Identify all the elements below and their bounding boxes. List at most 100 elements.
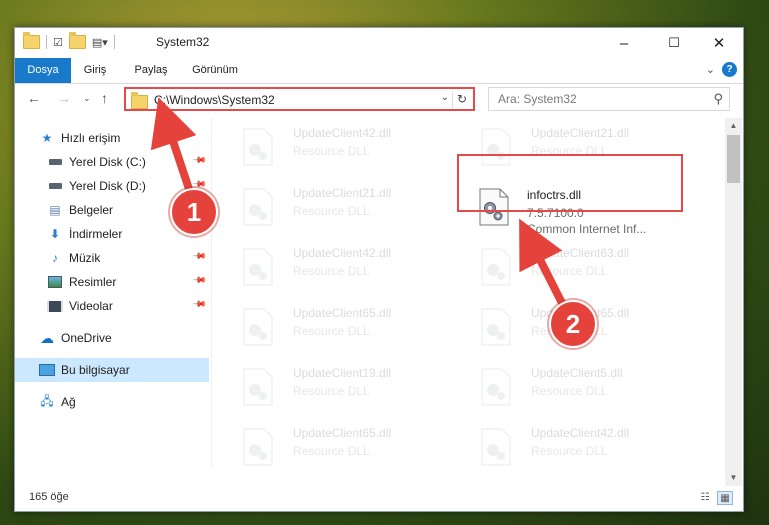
file-name: UpdateClient42.dll: [531, 426, 630, 440]
pin-icon: 📌: [192, 272, 208, 288]
file-tile[interactable]: UpdateClient21.dll Resource DLL: [231, 182, 461, 236]
file-tile[interactable]: UpdateClient19.dll Resource DLL: [231, 362, 461, 416]
file-name: UpdateClient5.dll: [531, 366, 623, 380]
sidebar-item-label: Ağ: [61, 395, 76, 409]
dll-file-icon: [243, 368, 273, 406]
sidebar-item-label: Yerel Disk (D:): [69, 179, 146, 193]
sidebar-item-label: Yerel Disk (C:): [69, 155, 146, 169]
window-title: System32: [156, 35, 210, 49]
explorer-window: ☑ ▤▾ System32 – ☐ ✕ Dosya Giriş Paylaş G…: [14, 27, 744, 512]
folder-icon: [131, 92, 148, 109]
sidebar-item-network[interactable]: 🖧 Ağ: [15, 390, 209, 414]
minimize-button[interactable]: –: [601, 28, 647, 58]
scrollbar-thumb[interactable]: [727, 135, 740, 183]
refresh-icon[interactable]: ↻: [452, 91, 471, 108]
file-name: UpdateClient21.dll: [531, 126, 630, 140]
navigation-pane: ★ Hızlı erişim Yerel Disk (C:) 📌 Yerel D…: [15, 118, 209, 466]
file-tile[interactable]: UpdateClient42.dll Resource DLL: [469, 422, 699, 476]
large-icons-view-icon[interactable]: ▦: [717, 491, 733, 505]
dll-file-icon: [481, 428, 511, 466]
drive-icon: [47, 155, 63, 169]
dll-file-icon: [481, 248, 511, 286]
sidebar-item-onedrive[interactable]: ☁ OneDrive: [15, 326, 209, 350]
pane-divider[interactable]: [211, 118, 212, 468]
document-icon: ▤: [49, 203, 61, 217]
file-tile[interactable]: UpdateClient65.dll Resource DLL: [231, 302, 461, 356]
sidebar-item-label: Bu bilgisayar: [61, 363, 130, 377]
sidebar-item-videos[interactable]: Videolar 📌: [15, 294, 209, 318]
forward-button[interactable]: →: [57, 90, 71, 106]
properties-icon[interactable]: ☑: [53, 36, 63, 49]
sidebar-item-label: Videolar: [69, 299, 113, 313]
file-type: Resource DLL: [531, 264, 608, 278]
help-icon[interactable]: ?: [722, 62, 737, 77]
file-type: Resource DLL: [531, 384, 608, 398]
recent-locations-icon[interactable]: ⌄: [83, 93, 91, 104]
search-input[interactable]: Ara: System32 ⚲: [488, 87, 730, 111]
file-type: Resource DLL: [293, 324, 370, 338]
address-bar[interactable]: C:\Windows\System32 ⌄ ↻: [124, 87, 475, 111]
address-path[interactable]: C:\Windows\System32: [154, 93, 275, 107]
up-button[interactable]: ↑: [101, 90, 108, 106]
dll-file-icon: [243, 308, 273, 346]
divider: [113, 35, 115, 49]
scroll-down-icon[interactable]: ▼: [725, 470, 742, 486]
dll-file-icon: [243, 248, 273, 286]
sidebar-item-quick-access[interactable]: ★ Hızlı erişim: [15, 126, 209, 150]
vertical-scrollbar[interactable]: ▲ ▼: [725, 118, 742, 486]
dll-file-icon: [243, 128, 273, 166]
dll-file-icon: [243, 428, 273, 466]
tab-share[interactable]: Paylaş: [131, 58, 171, 83]
file-type: Resource DLL: [531, 444, 608, 458]
sidebar-item-music[interactable]: ♪ Müzik 📌: [15, 246, 209, 270]
sidebar-item-pictures[interactable]: Resimler 📌: [15, 270, 209, 294]
tab-file[interactable]: Dosya: [15, 58, 71, 83]
chevron-down-icon[interactable]: ⌄: [441, 92, 449, 103]
ribbon-tabs: Dosya Giriş Paylaş Görünüm ⌄ ?: [15, 58, 743, 84]
file-name: UpdateClient19.dll: [293, 366, 392, 380]
file-name: UpdateClient42.dll: [293, 126, 392, 140]
tab-home[interactable]: Giriş: [79, 58, 111, 83]
expand-ribbon-icon[interactable]: ⌄: [706, 63, 715, 76]
file-name: UpdateClient42.dll: [293, 246, 392, 260]
file-tile[interactable]: UpdateClient65.dll Resource DLL: [231, 422, 461, 476]
tab-view[interactable]: Görünüm: [189, 58, 241, 83]
drive-icon: [47, 179, 63, 193]
file-tile[interactable]: UpdateClient42.dll Resource DLL: [231, 242, 461, 296]
video-icon: [47, 299, 63, 313]
item-count: 165 öğe: [29, 491, 69, 503]
file-tile[interactable]: UpdateClient42.dll Resource DLL: [231, 122, 461, 176]
file-name: UpdateClient21.dll: [293, 186, 392, 200]
sidebar-item-local-disk-c[interactable]: Yerel Disk (C:) 📌: [15, 150, 209, 174]
quick-access-toolbar: ☑ ▤▾: [23, 32, 115, 49]
sidebar-item-label: Resimler: [69, 275, 117, 289]
sidebar-item-label: Belgeler: [69, 203, 114, 217]
dll-file-icon: [481, 368, 511, 406]
scroll-up-icon[interactable]: ▲: [725, 118, 742, 134]
dll-file-icon: [243, 188, 273, 226]
new-folder-icon[interactable]: [68, 32, 86, 49]
status-bar: 165 öğe ☷ ▦: [15, 486, 743, 510]
pin-icon: 📌: [192, 152, 208, 168]
cloud-icon: ☁: [40, 329, 54, 346]
customize-toolbar-icon[interactable]: ▤▾: [92, 36, 108, 49]
sidebar-item-this-pc[interactable]: Bu bilgisayar: [15, 358, 209, 382]
step-badge-1: 1: [170, 188, 218, 236]
file-type: Resource DLL: [293, 384, 370, 398]
navigation-bar: ← → ⌄ ↑ C:\Windows\System32 ⌄ ↻ Ara: Sys…: [15, 84, 743, 114]
file-tile[interactable]: UpdateClient63.dll Resource DLL: [469, 242, 699, 296]
close-button[interactable]: ✕: [696, 28, 742, 58]
sidebar-item-label: Müzik: [69, 251, 101, 265]
search-icon[interactable]: ⚲: [713, 91, 723, 107]
dll-file-icon: [481, 308, 511, 346]
file-tile[interactable]: UpdateClient5.dll Resource DLL: [469, 362, 699, 416]
step-badge-2: 2: [549, 300, 597, 348]
pin-icon: 📌: [192, 248, 208, 264]
back-button[interactable]: ←: [27, 90, 41, 106]
details-view-icon[interactable]: ☷: [697, 491, 713, 505]
highlight-box: [457, 154, 683, 212]
sidebar-item-label: OneDrive: [61, 331, 112, 345]
file-name: UpdateClient65.dll: [293, 426, 392, 440]
file-name: UpdateClient65.dll: [293, 306, 392, 320]
maximize-button[interactable]: ☐: [651, 28, 697, 58]
